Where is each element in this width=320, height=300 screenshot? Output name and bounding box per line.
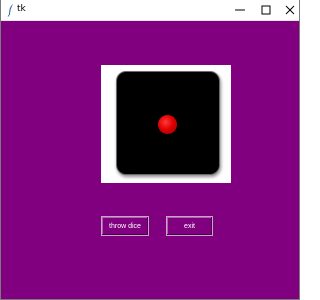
dice-pip bbox=[158, 115, 177, 134]
tk-feather-icon bbox=[7, 4, 13, 17]
maximize-icon bbox=[261, 5, 271, 15]
title-bar[interactable]: tk bbox=[1, 0, 299, 21]
minimize-button[interactable] bbox=[227, 0, 253, 20]
close-icon bbox=[285, 5, 295, 15]
maximize-button[interactable] bbox=[253, 0, 279, 20]
throw-dice-button[interactable]: throw dice bbox=[101, 216, 149, 236]
app-window: tk throw dice exit bbox=[0, 0, 300, 300]
close-button[interactable] bbox=[277, 0, 303, 20]
window-title: tk bbox=[17, 4, 26, 14]
minimize-icon bbox=[235, 9, 245, 11]
exit-button[interactable]: exit bbox=[166, 216, 213, 236]
